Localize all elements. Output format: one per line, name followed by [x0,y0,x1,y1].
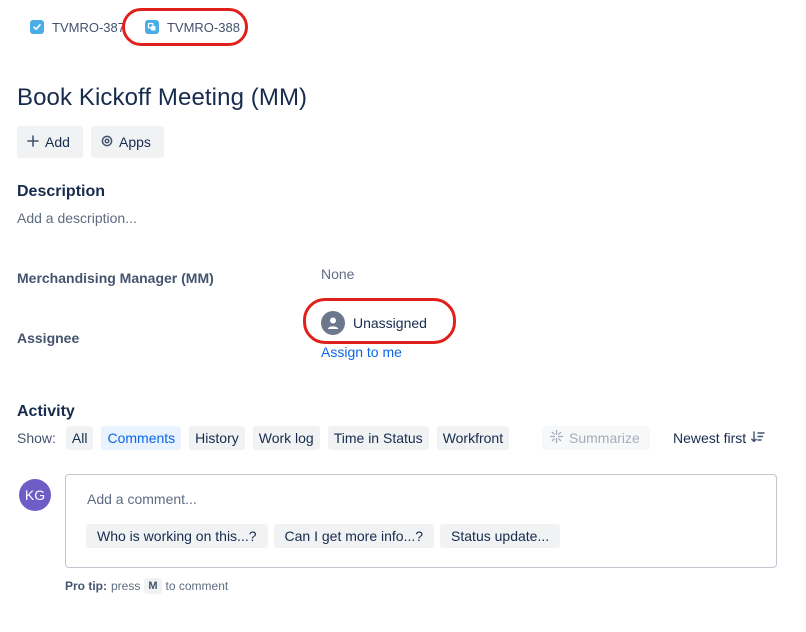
comment-placeholder[interactable]: Add a comment... [87,491,197,507]
person-icon [321,311,345,335]
checkbox-task-icon [30,20,44,34]
filter-comments[interactable]: Comments [101,426,182,450]
add-button-label: Add [45,134,70,150]
filter-work-log[interactable]: Work log [252,426,320,450]
assignee-field[interactable]: Unassigned [321,311,427,335]
filter-history[interactable]: History [189,426,245,450]
apps-icon [101,134,113,150]
breadcrumb-parent-key[interactable]: TVMRO-387 [52,20,125,35]
avatar[interactable]: KG [19,479,51,511]
quick-reply-suggestions: Who is working on this...? Can I get mor… [86,524,561,548]
comment-editor[interactable]: Add a comment... Who is working on this.… [65,474,777,568]
page-title: Book Kickoff Meeting (MM) [17,84,308,111]
description-field[interactable]: Add a description... [17,210,137,226]
apps-button[interactable]: Apps [91,126,164,158]
breadcrumb-current-key[interactable]: TVMRO-388 [167,20,240,35]
merchandising-manager-value[interactable]: None [321,266,354,282]
sort-descending-icon [751,430,765,446]
pro-tip: Pro tip: press M to comment [65,578,228,594]
subtask-icon [144,20,159,34]
pro-tip-suffix: to comment [165,579,229,593]
suggestion-status-update[interactable]: Status update... [440,524,561,548]
filter-workfront[interactable]: Workfront [436,426,510,450]
add-button[interactable]: Add [17,126,83,158]
plus-icon [27,134,39,150]
activity-heading: Activity [17,403,75,420]
merchandising-manager-label: Merchandising Manager (MM) [17,270,214,286]
pro-tip-press: press [111,579,141,593]
assign-to-me-link[interactable]: Assign to me [321,344,402,360]
summarize-label: Summarize [569,430,640,446]
sort-label: Newest first [673,430,747,446]
filter-time-in-status[interactable]: Time in Status [327,426,429,450]
breadcrumb-parent[interactable]: TVMRO-387 [30,20,125,35]
breadcrumb-current[interactable]: TVMRO-388 [144,20,240,35]
assignee-value: Unassigned [353,315,427,331]
keyboard-shortcut-key: M [144,578,162,594]
suggestion-who-is-working[interactable]: Who is working on this...? [86,524,268,548]
sort-order-button[interactable]: Newest first [673,426,765,450]
sparkle-icon [549,429,564,446]
filter-all[interactable]: All [65,426,94,450]
summarize-button[interactable]: Summarize [542,426,650,450]
assignee-label: Assignee [17,330,80,346]
apps-button-label: Apps [119,134,151,150]
suggestion-more-info[interactable]: Can I get more info...? [273,524,435,548]
show-label: Show: [17,430,56,446]
breadcrumb: TVMRO-387 TVMRO-388 [30,16,240,38]
activity-filter-bar: Show: All Comments History Work log Time… [17,426,510,450]
description-heading: Description [17,183,106,200]
pro-tip-prefix: Pro tip: [65,579,107,593]
